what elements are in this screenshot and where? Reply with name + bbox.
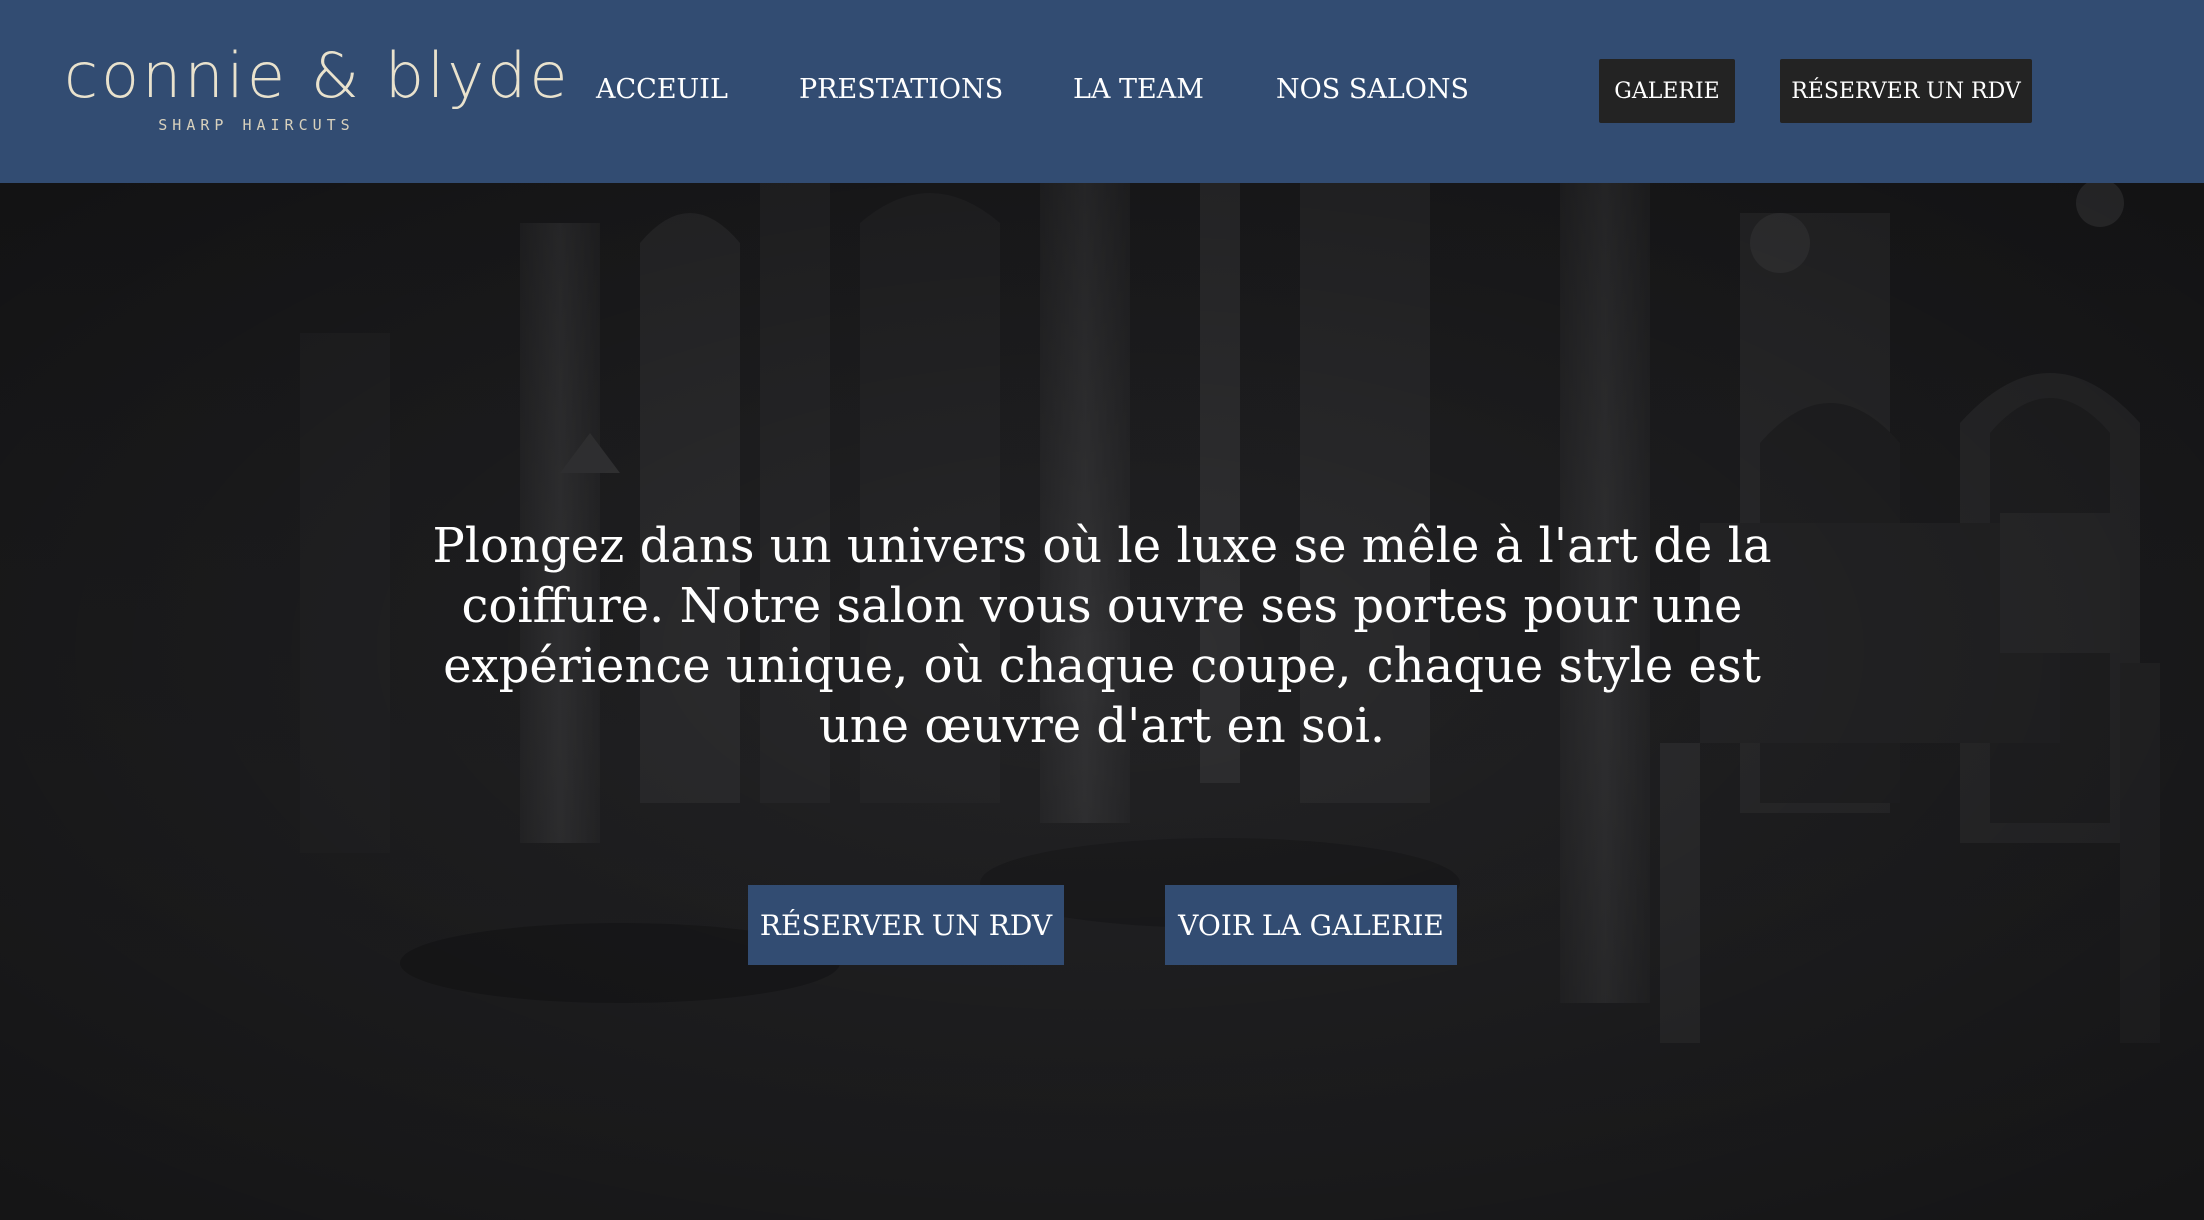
brand-logo[interactable]: connie & blyde SHARP HAIRCUTS [64,42,568,138]
hero-gallery-button[interactable]: VOIR LA GALERIE [1165,885,1457,965]
site-header: connie & blyde SHARP HAIRCUTS ACCEUIL PR… [0,0,2204,183]
hero-reserve-button[interactable]: RÉSERVER UN RDV [748,885,1064,965]
hero-intro-text: Plongez dans un univers où le luxe se mê… [432,518,1772,754]
brand-name: connie & blyde [64,39,571,112]
hero-section: Plongez dans un univers où le luxe se mê… [0,183,2204,1220]
header-reserve-button[interactable]: RÉSERVER UN RDV [1780,59,2032,123]
nav-link-nos-salons[interactable]: NOS SALONS [1276,68,1469,112]
nav-link-la-team[interactable]: LA TEAM [1073,68,1204,112]
nav-link-prestations[interactable]: PRESTATIONS [799,68,1003,112]
nav-link-accueil[interactable]: ACCEUIL [596,68,728,112]
header-galerie-button[interactable]: GALERIE [1599,59,1735,123]
brand-tagline: SHARP HAIRCUTS [158,116,355,134]
